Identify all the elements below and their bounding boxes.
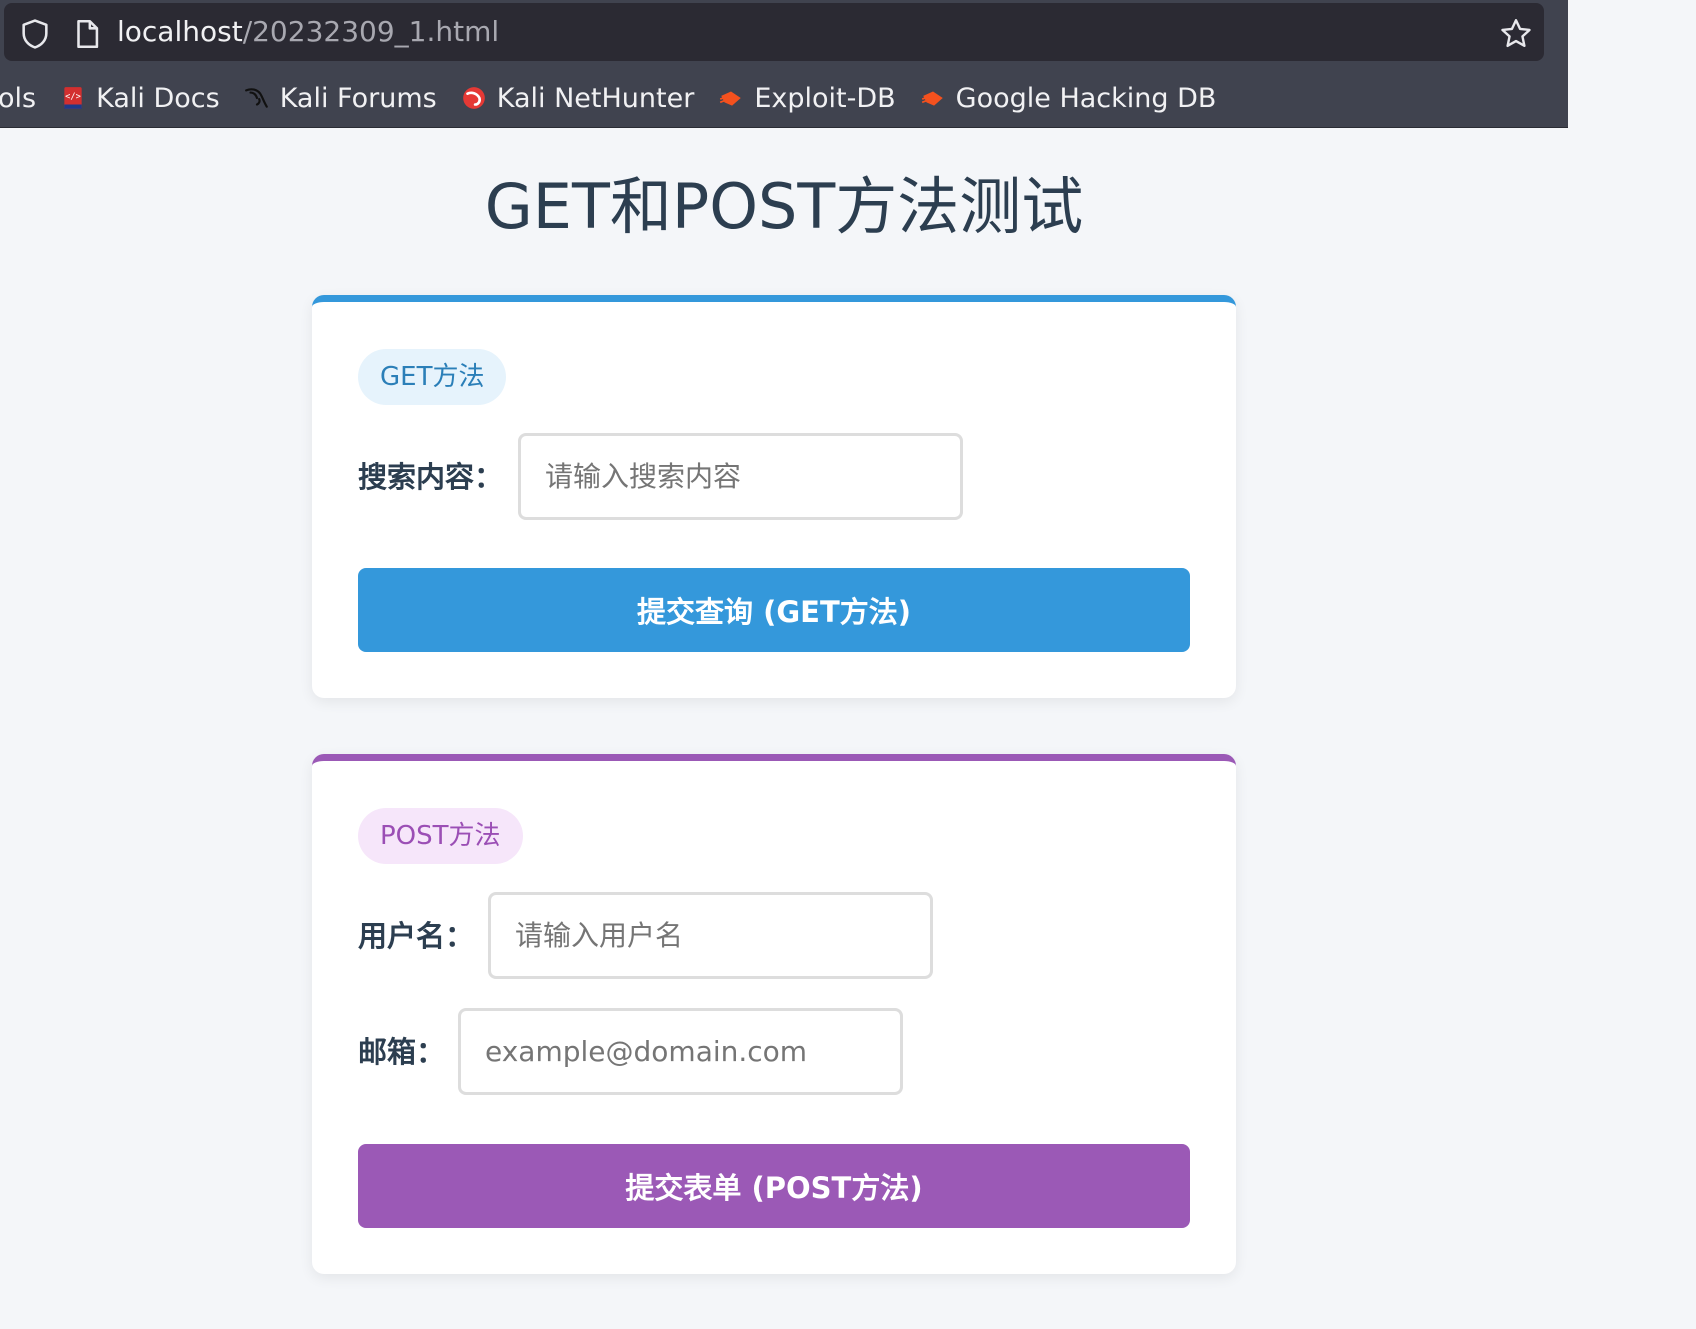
bookmark-label: Google Hacking DB — [955, 82, 1217, 114]
url-host: localhost — [117, 15, 243, 48]
nethunter-icon — [462, 87, 485, 109]
bookmark-item[interactable]: ols — [0, 83, 36, 114]
kali-dragon-icon — [244, 88, 268, 108]
email-input[interactable] — [458, 1008, 903, 1095]
page-title: GET和POST方法测试 — [484, 170, 1084, 243]
exploit-db-icon — [921, 91, 943, 106]
url-path: /20232309_1.html — [242, 15, 500, 48]
browser-chrome: localhost/20232309_1.html ols </> Kali D… — [0, 0, 1568, 128]
bookmark-label: Exploit-DB — [754, 82, 896, 114]
post-submit-button[interactable]: 提交表单 (POST方法) — [358, 1144, 1190, 1228]
search-input[interactable] — [518, 433, 963, 520]
address-bar[interactable]: localhost/20232309_1.html — [4, 3, 1544, 61]
svg-text:</>: </> — [65, 92, 81, 102]
page-icon — [77, 19, 99, 49]
url-text[interactable]: localhost/20232309_1.html — [117, 14, 499, 50]
bookmarks-toolbar: ols </> Kali Docs Kali Forums Kali NetHu… — [0, 72, 1568, 124]
email-label: 邮箱： — [358, 1035, 446, 1069]
username-label: 用户名： — [358, 919, 475, 953]
bookmark-label: Kali Forums — [279, 82, 437, 114]
bookmark-kali-forums[interactable]: Kali Forums — [244, 83, 437, 114]
shield-icon[interactable] — [18, 17, 52, 51]
bookmark-star-icon[interactable] — [1498, 16, 1534, 52]
bookmark-kali-docs[interactable]: </> Kali Docs — [60, 83, 220, 114]
post-method-badge: POST方法 — [358, 808, 523, 864]
bookmark-google-hacking-db[interactable]: Google Hacking DB — [920, 82, 1217, 114]
kali-docs-icon: </> — [64, 87, 82, 109]
bookmark-label: Kali Docs — [96, 82, 220, 114]
get-method-badge: GET方法 — [358, 349, 507, 405]
username-input[interactable] — [488, 892, 933, 979]
bookmark-exploit-db[interactable]: Exploit-DB — [718, 82, 896, 114]
post-form-card: POST方法 用户名： 邮箱： 提交表单 (POST方法) — [312, 754, 1236, 1274]
get-submit-button[interactable]: 提交查询 (GET方法) — [358, 568, 1190, 652]
get-form-card: GET方法 搜索内容： 提交查询 (GET方法) — [312, 295, 1236, 698]
bookmark-label: ols — [0, 82, 37, 114]
bookmark-kali-nethunter[interactable]: Kali NetHunter — [461, 82, 695, 114]
search-label: 搜索内容： — [358, 460, 504, 494]
page-content: GET和POST方法测试 GET方法 搜索内容： 提交查询 (GET方法) PO… — [0, 127, 1568, 1274]
exploit-db-icon — [720, 91, 742, 106]
bookmark-label: Kali NetHunter — [496, 82, 695, 114]
